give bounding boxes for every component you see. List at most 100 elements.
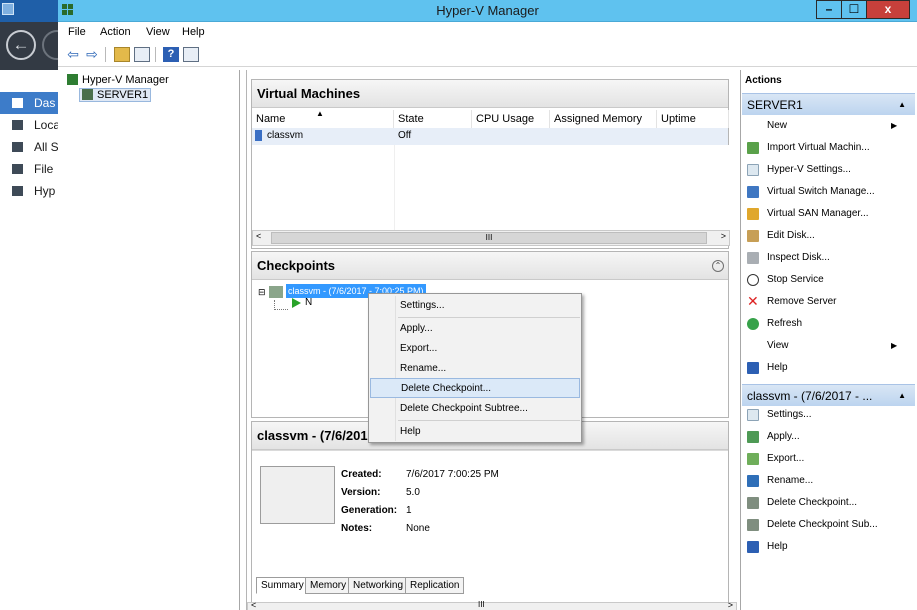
delete-checkpoint-icon bbox=[747, 497, 759, 509]
background-server-manager-window: ← Das Loca All S File Hyp bbox=[0, 0, 72, 610]
menu-help[interactable]: Help bbox=[182, 26, 205, 38]
context-menu-delete-checkpoint[interactable]: Delete Checkpoint... bbox=[370, 378, 580, 398]
title-bar[interactable]: Hyper-V Manager – ☐ x bbox=[58, 0, 917, 22]
context-menu-apply[interactable]: Apply... bbox=[370, 319, 580, 339]
help-icon bbox=[747, 362, 759, 374]
rename-icon bbox=[747, 475, 759, 487]
stop-service-icon bbox=[747, 274, 759, 286]
back-button[interactable]: ⇦ bbox=[65, 47, 81, 62]
toolbar-separator bbox=[155, 47, 156, 62]
nav-item-all-servers[interactable]: All S bbox=[0, 136, 62, 158]
bottom-scroll-thumb[interactable]: III bbox=[478, 600, 485, 609]
action-delete-checkpoint[interactable]: Delete Checkpoint... bbox=[767, 497, 857, 508]
back-arrow-icon[interactable]: ← bbox=[6, 30, 36, 60]
checkpoint-context-menu: Settings... Apply... Export... Rename...… bbox=[368, 293, 582, 443]
action-export[interactable]: Export... bbox=[767, 453, 804, 464]
column-header-uptime[interactable]: Uptime bbox=[657, 110, 729, 128]
action-virtual-san-manager[interactable]: Virtual SAN Manager... bbox=[767, 208, 869, 219]
up-folder-icon[interactable] bbox=[114, 47, 130, 62]
background-title-bar bbox=[0, 0, 62, 22]
bottom-scroll-right-button[interactable]: > bbox=[728, 600, 733, 610]
scroll-left-button[interactable]: < bbox=[256, 231, 261, 241]
tree-node-server1[interactable]: SERVER1 bbox=[78, 88, 152, 102]
help-icon[interactable]: ? bbox=[163, 47, 179, 62]
action-import-virtual-machine[interactable]: Import Virtual Machin... bbox=[767, 142, 870, 153]
tab-replication[interactable]: Replication bbox=[405, 577, 465, 594]
maximize-button[interactable]: ☐ bbox=[841, 0, 867, 19]
detail-notes-key: Notes: bbox=[341, 523, 373, 534]
context-menu-rename[interactable]: Rename... bbox=[370, 359, 580, 379]
table-row[interactable]: classvm Off bbox=[252, 128, 728, 145]
collapse-group-icon[interactable]: ▲ bbox=[898, 94, 906, 115]
close-button[interactable]: x bbox=[866, 0, 910, 19]
tab-memory[interactable]: Memory bbox=[305, 577, 352, 594]
tree-expander-icon[interactable]: ⊟ bbox=[258, 287, 266, 298]
context-menu-delete-checkpoint-subtree[interactable]: Delete Checkpoint Subtree... bbox=[370, 399, 580, 419]
detail-created-key: Created: bbox=[341, 469, 382, 480]
bottom-horizontal-scrollbar[interactable]: < III > bbox=[247, 600, 737, 610]
show-hide-console-tree-icon[interactable] bbox=[134, 47, 150, 62]
action-group-server1[interactable]: SERVER1 ▲ bbox=[742, 93, 915, 115]
details-panel: classvm - (7/6/2017 - 7:00:25 PM) Create… bbox=[251, 421, 729, 610]
action-refresh[interactable]: Refresh bbox=[767, 318, 802, 329]
horizontal-scrollbar[interactable]: < III > bbox=[252, 230, 730, 246]
virtual-san-icon bbox=[747, 208, 759, 220]
action-group-checkpoint[interactable]: classvm - (7/6/2017 - ... ▲ bbox=[742, 384, 915, 406]
action-hyper-v-settings[interactable]: Hyper-V Settings... bbox=[767, 164, 851, 175]
tab-networking[interactable]: Networking bbox=[348, 577, 409, 594]
tree-node-hyper-v-manager[interactable]: Hyper-V Manager bbox=[67, 74, 169, 86]
submenu-arrow-icon: ▶ bbox=[891, 341, 898, 350]
action-virtual-switch-manager[interactable]: Virtual Switch Manage... bbox=[767, 186, 875, 197]
action-view[interactable]: View bbox=[767, 340, 789, 351]
column-header-cpu-usage[interactable]: CPU Usage bbox=[472, 110, 550, 128]
local-server-icon bbox=[12, 120, 23, 130]
collapse-panel-icon[interactable]: ⌃ bbox=[712, 260, 724, 272]
inspect-disk-icon bbox=[747, 252, 759, 264]
delete-checkpoint-subtree-icon bbox=[747, 519, 759, 531]
checkpoints-header: Checkpoints bbox=[252, 252, 728, 280]
context-menu-settings[interactable]: Settings... bbox=[370, 296, 580, 316]
menu-file[interactable]: File bbox=[68, 26, 86, 38]
now-node-label[interactable]: N bbox=[305, 297, 312, 308]
column-header-state[interactable]: State bbox=[394, 110, 472, 128]
action-edit-disk[interactable]: Edit Disk... bbox=[767, 230, 815, 241]
show-hide-action-pane-icon[interactable] bbox=[183, 47, 199, 62]
submenu-arrow-icon: ▶ bbox=[891, 121, 898, 130]
action-new[interactable]: New bbox=[767, 120, 787, 131]
nav-item-file-services[interactable]: File bbox=[0, 158, 62, 180]
scroll-thumb[interactable]: III bbox=[271, 232, 707, 244]
forward-button[interactable]: ⇨ bbox=[84, 47, 100, 62]
action-rename[interactable]: Rename... bbox=[767, 475, 813, 486]
minimize-button[interactable]: – bbox=[816, 0, 842, 19]
nav-item-dashboard[interactable]: Das bbox=[0, 92, 62, 114]
context-menu-export[interactable]: Export... bbox=[370, 339, 580, 359]
context-menu-separator bbox=[398, 317, 580, 318]
action-remove-server[interactable]: Remove Server bbox=[767, 296, 836, 307]
action-checkpoint-help[interactable]: Help bbox=[767, 541, 788, 552]
hyper-v-icon bbox=[12, 186, 23, 196]
bottom-scroll-left-button[interactable]: < bbox=[251, 600, 256, 610]
nav-item-hyper-v[interactable]: Hyp bbox=[0, 180, 62, 202]
action-delete-checkpoint-subtree[interactable]: Delete Checkpoint Sub... bbox=[767, 519, 878, 530]
tab-summary[interactable]: Summary bbox=[256, 577, 309, 594]
nav-item-local-server[interactable]: Loca bbox=[0, 114, 62, 136]
action-checkpoint-settings[interactable]: Settings... bbox=[767, 409, 811, 420]
now-play-icon bbox=[292, 298, 301, 308]
action-help[interactable]: Help bbox=[767, 362, 788, 373]
vm-icon bbox=[255, 130, 262, 141]
column-header-name[interactable]: Name ▲ bbox=[252, 109, 394, 128]
action-inspect-disk[interactable]: Inspect Disk... bbox=[767, 252, 830, 263]
virtual-machines-panel: Virtual Machines Name ▲ State CPU Usage A… bbox=[251, 79, 730, 249]
menu-view[interactable]: View bbox=[146, 26, 170, 38]
action-stop-service[interactable]: Stop Service bbox=[767, 274, 824, 285]
dashboard-icon bbox=[12, 98, 23, 108]
hyper-v-manager-icon bbox=[67, 74, 78, 85]
scroll-right-button[interactable]: > bbox=[721, 231, 726, 241]
column-header-assigned-memory[interactable]: Assigned Memory bbox=[550, 110, 657, 128]
actions-pane: Actions SERVER1 ▲ New ▶ Import Virtual M… bbox=[740, 70, 917, 610]
menu-action[interactable]: Action bbox=[100, 26, 131, 38]
action-apply-checkpoint[interactable]: Apply... bbox=[767, 431, 800, 442]
virtual-machines-header: Virtual Machines bbox=[252, 80, 728, 108]
collapse-group-icon[interactable]: ▲ bbox=[898, 385, 906, 406]
context-menu-help[interactable]: Help bbox=[370, 422, 580, 442]
